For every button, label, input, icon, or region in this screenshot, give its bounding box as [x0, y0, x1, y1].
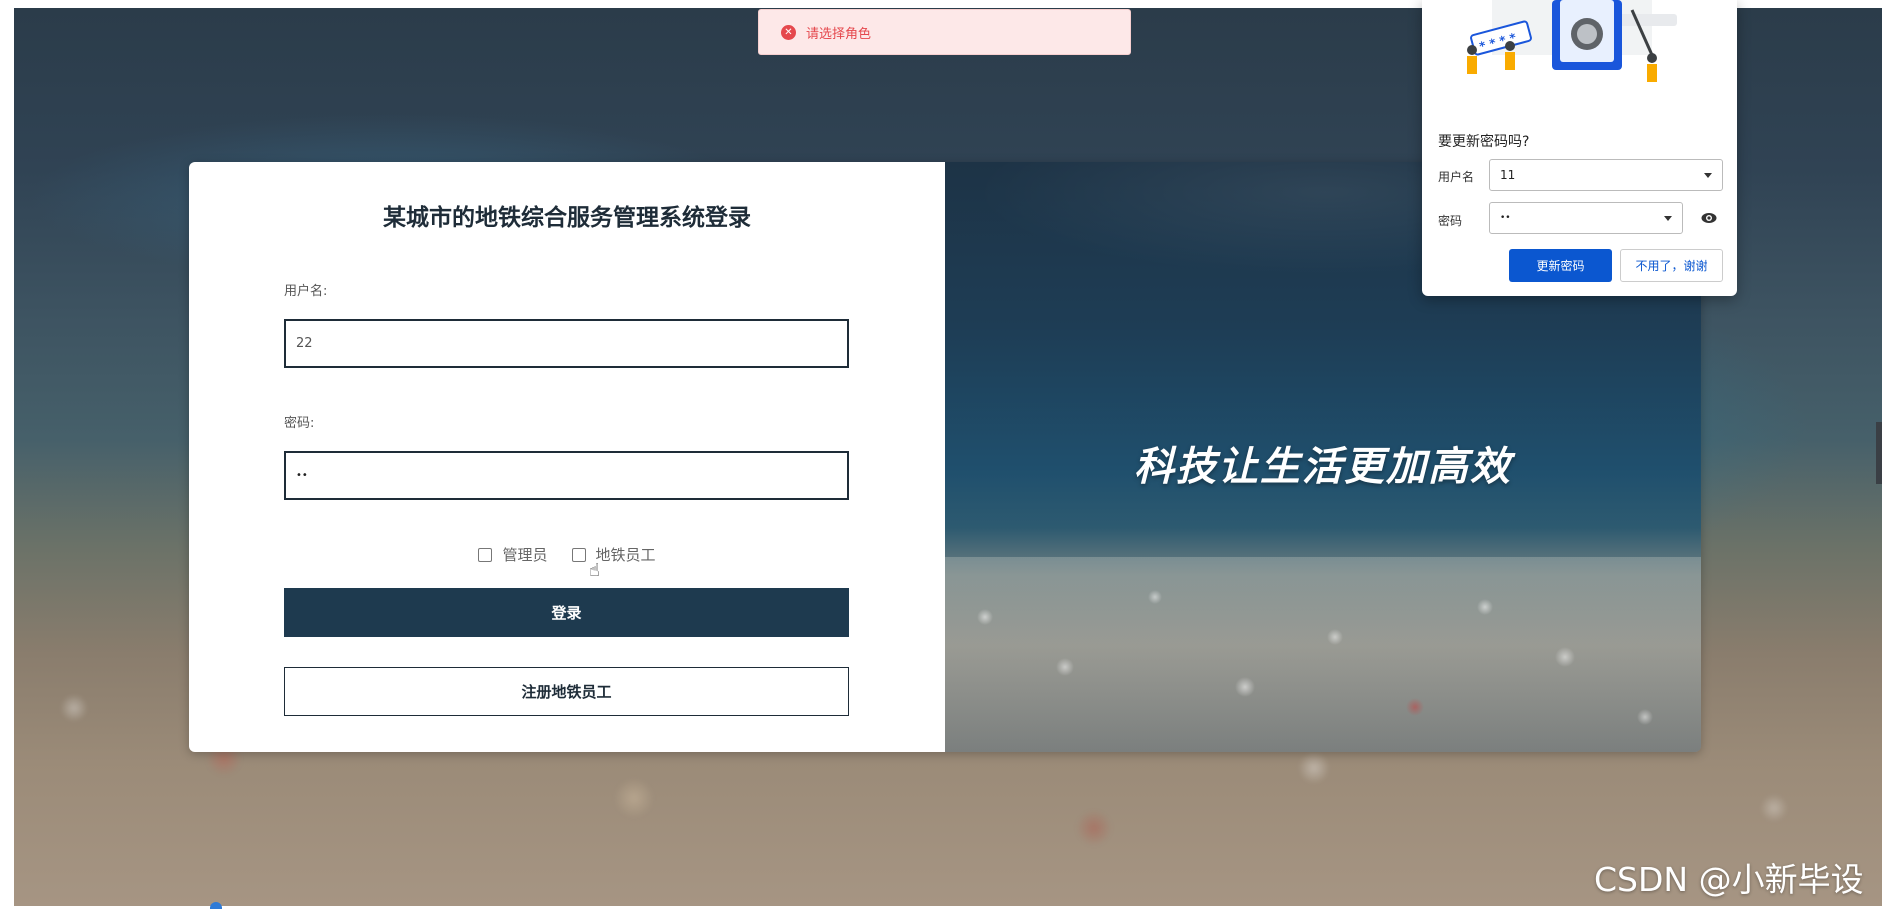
role-staff-checkbox[interactable]	[571, 547, 586, 562]
beach-image	[945, 557, 1701, 752]
popup-password-value: ••	[1500, 213, 1511, 223]
popup-username-select[interactable]: 11	[1489, 159, 1723, 191]
popup-username-label: 用户名	[1438, 170, 1475, 184]
username-label: 用户名:	[284, 284, 328, 299]
error-circle-icon: ✕	[781, 24, 796, 40]
password-label: 密码:	[284, 416, 315, 431]
chevron-down-icon	[1704, 173, 1712, 178]
role-admin-checkbox[interactable]	[478, 547, 493, 562]
show-password-eye-icon[interactable]	[1701, 212, 1717, 224]
taskbar-indicator	[210, 902, 222, 909]
popup-password-select[interactable]: ••	[1489, 202, 1683, 234]
password-value: ••	[296, 470, 308, 481]
username-value: 22	[296, 336, 313, 351]
decline-button[interactable]: 不用了，谢谢	[1620, 249, 1723, 282]
popup-heading: 要更新密码吗?	[1438, 134, 1530, 150]
scrollbar-handle[interactable]	[1876, 422, 1882, 484]
chevron-down-icon	[1664, 216, 1672, 221]
watermark: CSDN @小新毕设	[1594, 860, 1864, 899]
password-illustration-icon: * * * *	[1467, 0, 1677, 82]
popup-username-value: 11	[1500, 168, 1516, 182]
role-staff-label: 地铁员工	[595, 546, 656, 564]
page: ✕ 请选择角色 某城市的地铁综合服务管理系统登录 用户名: 22 密码: •• …	[0, 0, 1882, 909]
login-button[interactable]: 登录	[284, 588, 849, 637]
popup-password-label: 密码	[1438, 214, 1463, 228]
hand-cursor-icon: ☝	[589, 560, 600, 581]
toast-message: 请选择角色	[806, 26, 872, 42]
password-update-popup: * * * * 要更新密码吗? 用户名 11 密码 •• 更新密码 不用了，谢谢	[1422, 0, 1737, 296]
login-form-panel: 某城市的地铁综合服务管理系统登录 用户名: 22 密码: •• 管理员 地铁员工…	[189, 162, 945, 752]
error-toast: ✕ 请选择角色	[758, 9, 1131, 55]
role-staff-option[interactable]: 地铁员工	[571, 544, 656, 565]
username-input[interactable]: 22	[284, 319, 849, 368]
role-selector: 管理员 地铁员工	[189, 544, 945, 565]
banner-slogan: 科技让生活更加高效	[1134, 444, 1512, 490]
page-title: 某城市的地铁综合服务管理系统登录	[383, 205, 751, 231]
role-admin-label: 管理员	[502, 546, 548, 564]
role-admin-option[interactable]: 管理员	[478, 544, 548, 565]
register-staff-button[interactable]: 注册地铁员工	[284, 667, 849, 716]
update-password-button[interactable]: 更新密码	[1509, 249, 1612, 282]
password-input[interactable]: ••	[284, 451, 849, 500]
